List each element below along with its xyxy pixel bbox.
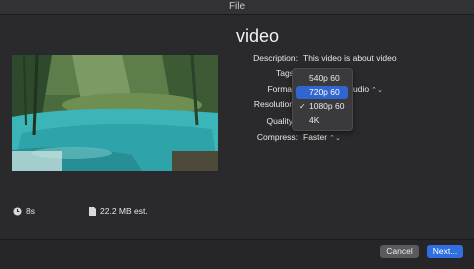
format-label: Forma (267, 84, 292, 94)
menu-item-1080p[interactable]: ✓ 1080p 60 (296, 100, 348, 113)
video-thumbnail (12, 55, 218, 171)
description-value[interactable]: This video is about video (303, 53, 397, 63)
duration-stat: 8s (13, 206, 35, 218)
chevron-updown-icon: ⌃⌄ (329, 135, 341, 142)
video-title: video (236, 26, 280, 46)
menu-item-720p[interactable]: 720p 60 (296, 86, 348, 99)
resolution-label: Resolution (253, 99, 294, 109)
compress-popup[interactable]: Faster ⌃⌄ (303, 132, 341, 142)
menu-item-4k[interactable]: 4K (296, 114, 348, 127)
compress-value: Faster (303, 132, 328, 142)
size-value: 22.2 MB est. (100, 206, 148, 216)
document-icon (89, 207, 96, 218)
window-titlebar: File (0, 0, 474, 15)
cancel-button[interactable]: Cancel (380, 245, 419, 258)
format-value: udio (353, 84, 370, 94)
chevron-updown-icon: ⌃⌄ (371, 87, 383, 94)
window-title: File (228, 1, 246, 12)
clock-icon (13, 207, 22, 218)
checkmark-icon: ✓ (299, 102, 306, 111)
duration-value: 8s (26, 206, 35, 216)
resolution-menu: 540p 60 720p 60 ✓ 1080p 60 4K (292, 68, 353, 131)
quality-label: Quality (266, 116, 293, 126)
menu-item-540p[interactable]: 540p 60 (296, 72, 348, 85)
format-popup[interactable]: udio ⌃⌄ (353, 84, 383, 94)
next-button[interactable]: Next... (427, 245, 463, 258)
tags-label: Tags (276, 68, 294, 78)
compress-label: Compress: (256, 132, 298, 142)
size-stat: 22.2 MB est. (89, 206, 148, 218)
description-label: Description: (253, 53, 298, 63)
